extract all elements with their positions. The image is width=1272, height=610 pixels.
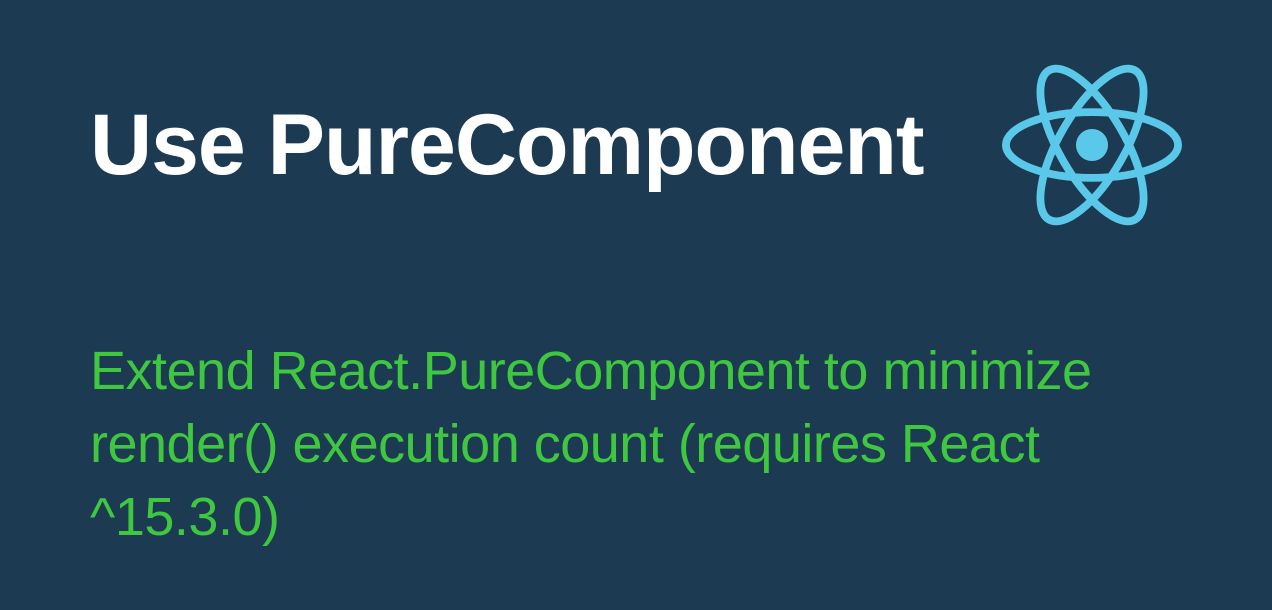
slide-title: Use PureComponent <box>90 96 924 195</box>
react-logo-icon <box>1002 55 1182 235</box>
slide-header: Use PureComponent <box>90 55 1182 235</box>
slide-description: Extend React.PureComponent to minimize r… <box>90 335 1182 554</box>
